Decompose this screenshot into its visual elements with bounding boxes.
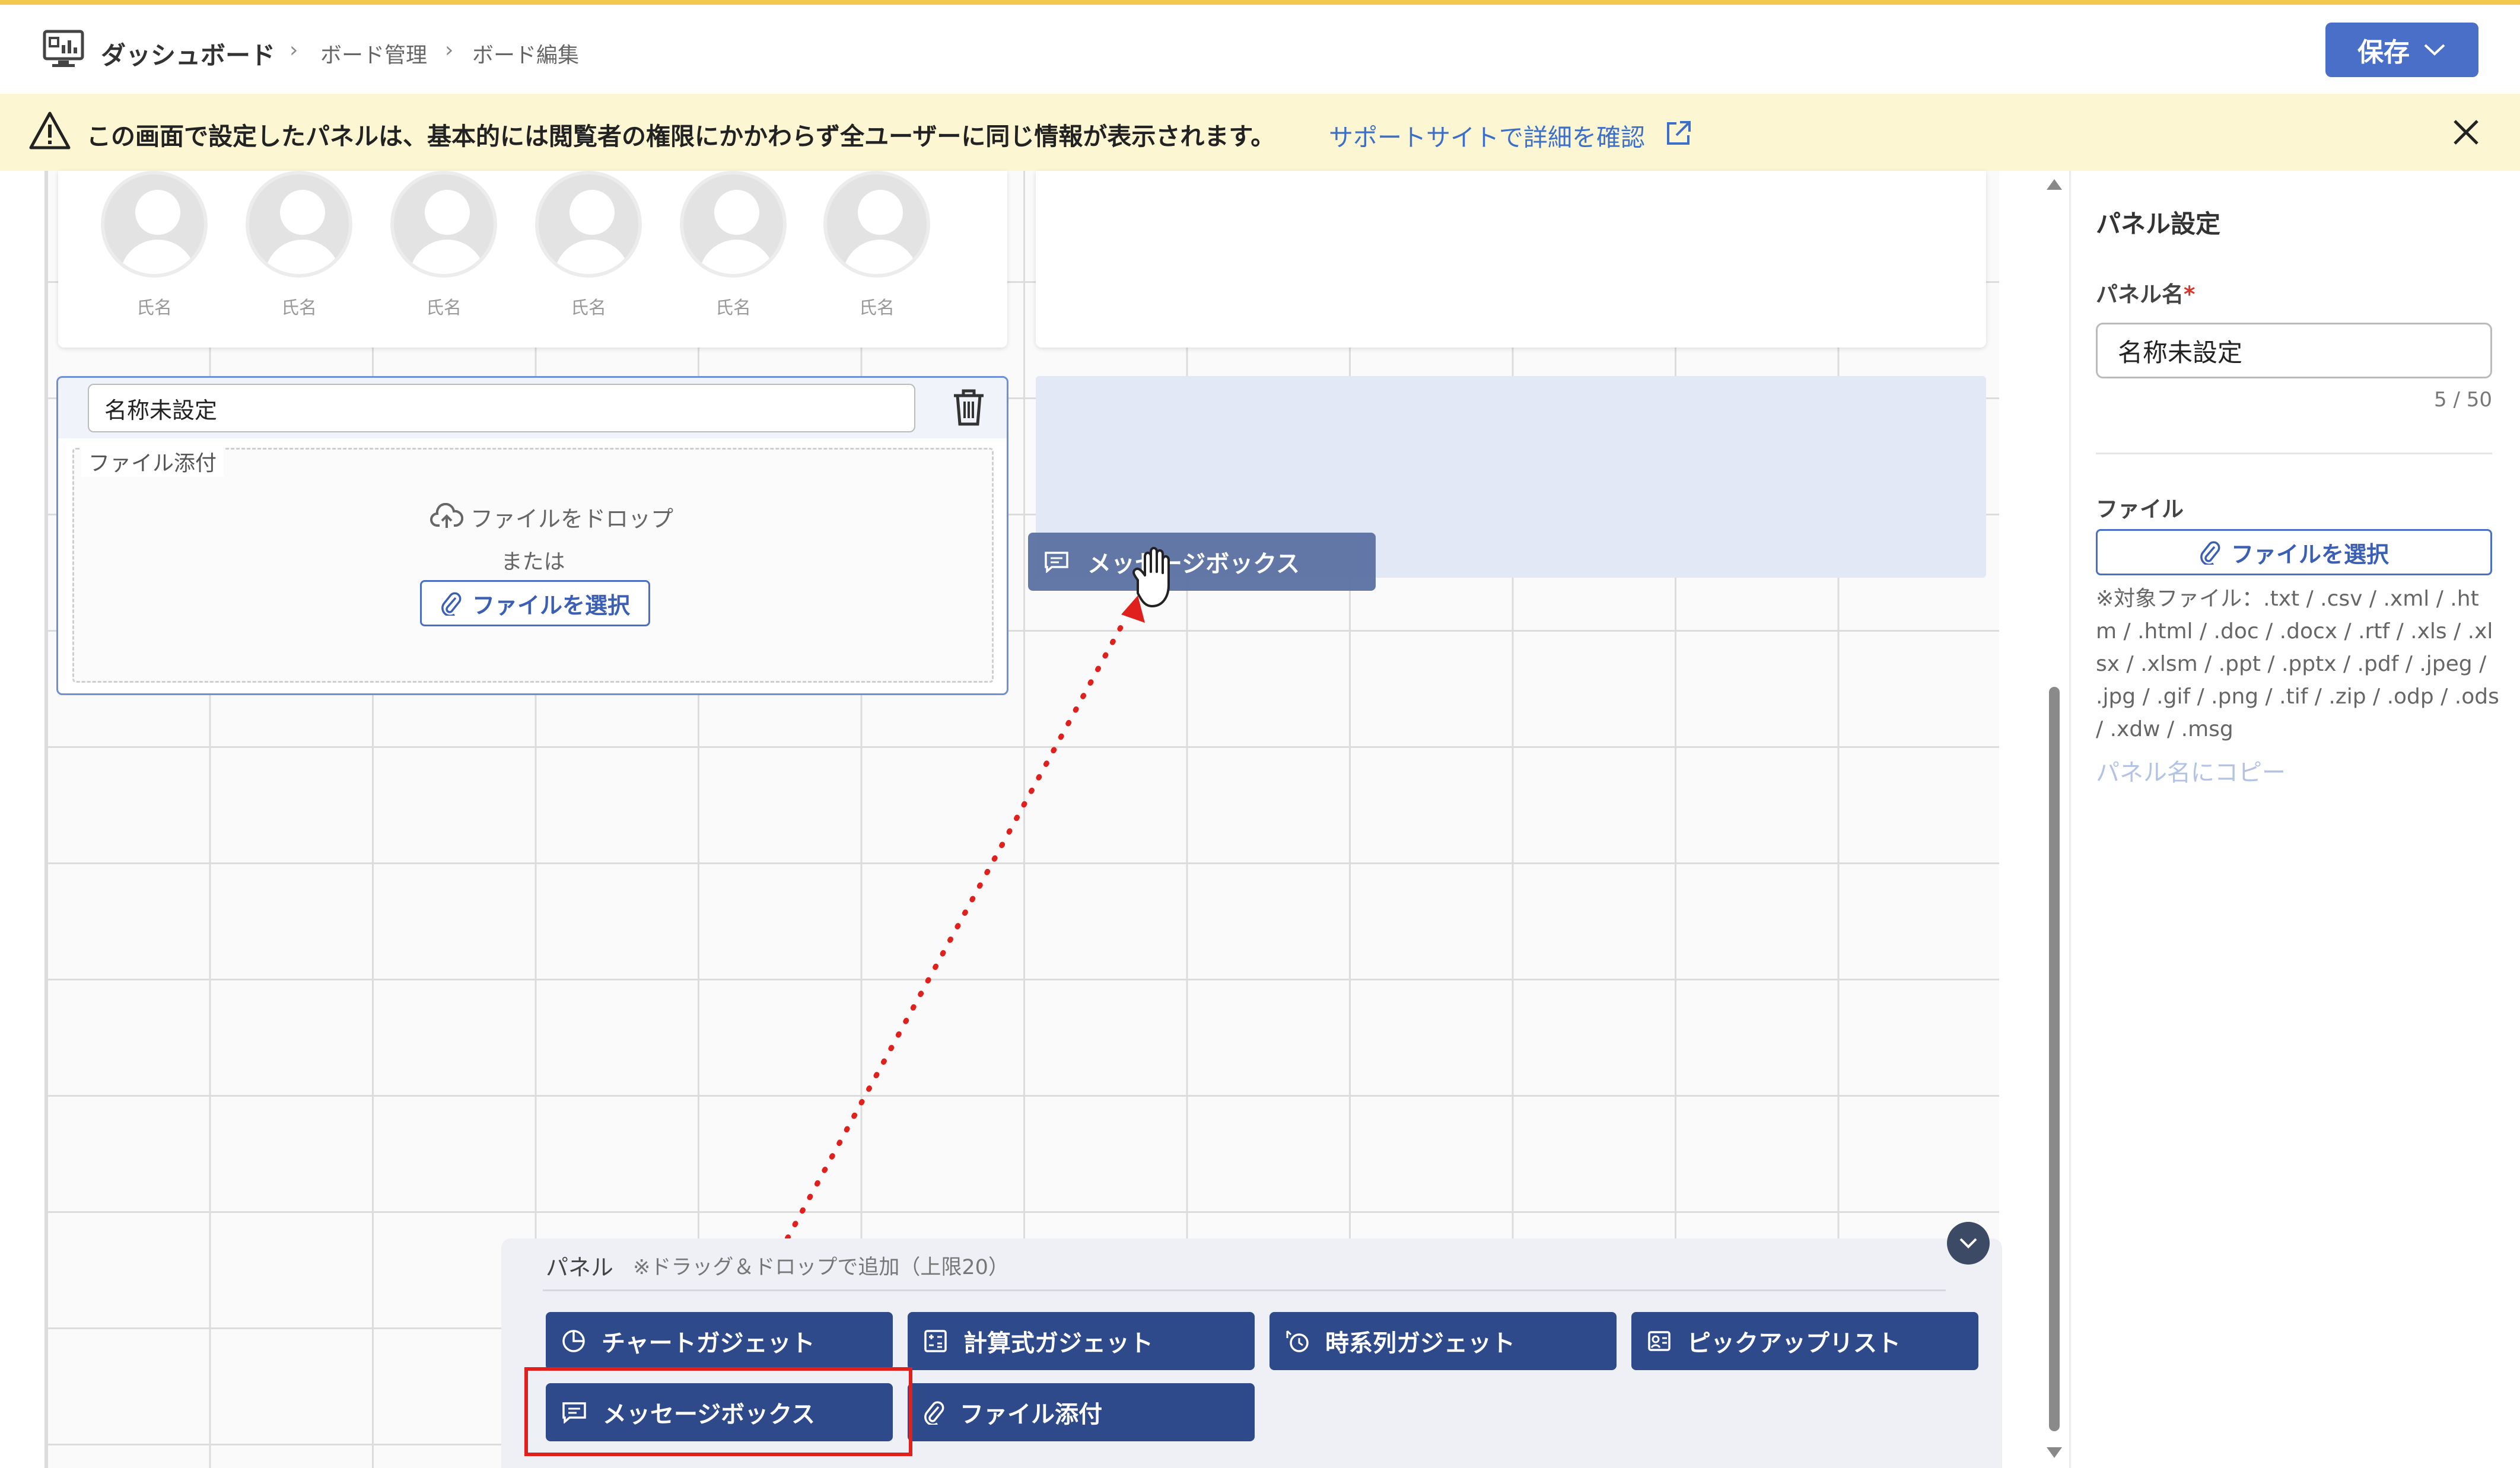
file-label: ファイル — [2096, 496, 2184, 522]
select-file-label: ファイルを選択 — [472, 592, 630, 619]
info-banner: この画面で設定したパネルは、基本的には閲覧者の権限にかかわらず全ユーザーに同じ情… — [0, 94, 2520, 171]
settings-select-file-label: ファイルを選択 — [2231, 541, 2389, 568]
drop-or-text: または — [501, 550, 565, 574]
collapse-palette-button[interactable] — [1947, 1222, 1990, 1265]
palette-label: パネル — [546, 1254, 614, 1281]
required-mark: * — [2184, 282, 2196, 307]
chart-pie-icon — [562, 1330, 585, 1352]
avatar-name: 氏名 — [136, 298, 172, 319]
palette-item-label: ピックアップリスト — [1687, 1330, 1901, 1357]
calculator-icon — [924, 1330, 947, 1352]
warning-icon — [29, 112, 71, 149]
header: ダッシュボード › ボード管理 › ボード編集 保存 — [0, 5, 2520, 94]
avatar-name: 氏名 — [715, 298, 751, 319]
chevron-down-icon — [2424, 44, 2445, 56]
breadcrumb-chevron-icon: › — [445, 38, 454, 62]
scrollbar-thumb[interactable] — [2049, 687, 2060, 1431]
paperclip-icon — [924, 1401, 944, 1425]
close-icon[interactable] — [2451, 117, 2481, 147]
top-accent-line — [0, 0, 2520, 5]
palette-item-label: チャートガジェット — [602, 1330, 815, 1357]
save-button[interactable]: 保存 — [2325, 23, 2478, 77]
supported-file-types: ※対象ファイル：.txt / .csv / .xml / .htm / .htm… — [2096, 587, 2499, 741]
palette-item-label: ファイル添付 — [960, 1401, 1102, 1428]
settings-heading: パネル設定 — [2096, 209, 2221, 238]
settings-select-file-button[interactable]: ファイルを選択 — [2096, 529, 2492, 575]
external-link-icon[interactable] — [1665, 120, 1692, 147]
palette-item-file-attachment[interactable]: ファイル添付 — [908, 1383, 1255, 1441]
empty-panel[interactable] — [1036, 171, 1986, 348]
panel-name-label: パネル名* — [2096, 282, 2196, 307]
breadcrumb-board-edit: ボード編集 — [472, 43, 580, 68]
breadcrumb-chevron-icon: › — [289, 38, 298, 62]
breadcrumb-dashboard[interactable]: ダッシュボード — [101, 36, 275, 72]
banner-message: この画面で設定したパネルは、基本的には閲覧者の権限にかかわらず全ユーザーに同じ情… — [87, 122, 1275, 151]
member-avatars-panel[interactable]: 氏名 氏名 氏名 氏名 氏名 氏名 — [58, 171, 1007, 348]
save-label: 保存 — [2357, 37, 2410, 68]
paperclip-icon — [441, 592, 462, 616]
message-icon — [1045, 552, 1068, 573]
dragging-label: メッセージボックス — [1087, 550, 1300, 578]
palette-item-pickup-list[interactable]: ピックアップリスト — [1631, 1312, 1978, 1370]
avatar: 氏名 — [390, 171, 497, 319]
avatar-name: 氏名 — [859, 298, 895, 319]
select-file-button[interactable]: ファイルを選択 — [420, 580, 650, 626]
drop-instruction: ファイルをドロップ — [470, 506, 674, 532]
settings-divider — [2096, 453, 2492, 454]
dashboard-icon — [43, 30, 84, 67]
avatar-name: 氏名 — [571, 298, 606, 319]
avatar: 氏名 — [535, 171, 642, 319]
panel-name-input[interactable]: 名称未設定 — [2096, 323, 2492, 378]
dragging-message-box[interactable]: メッセージボックス — [1028, 533, 1376, 591]
palette-item-formula-gadget[interactable]: 計算式ガジェット — [908, 1312, 1255, 1370]
chevron-down-icon — [1959, 1238, 1977, 1249]
scroll-down-arrow-icon[interactable] — [2047, 1447, 2062, 1458]
avatar: 氏名 — [680, 171, 787, 319]
scroll-up-arrow-icon[interactable] — [2047, 179, 2062, 190]
palette-item-time-series-gadget[interactable]: 時系列ガジェット — [1269, 1312, 1617, 1370]
paperclip-icon — [2200, 541, 2220, 565]
trash-icon[interactable] — [952, 387, 986, 426]
canvas-scrollbar[interactable] — [2045, 171, 2063, 1468]
avatar: 氏名 — [246, 171, 352, 319]
avatar-name: 氏名 — [426, 298, 462, 319]
palette-item-label: 時系列ガジェット — [1325, 1330, 1515, 1357]
palette-item-chart-gadget[interactable]: チャートガジェット — [546, 1312, 893, 1370]
palette-item-label: 計算式ガジェット — [963, 1330, 1153, 1357]
breadcrumb-board-management[interactable]: ボード管理 — [320, 38, 427, 69]
support-site-link[interactable]: サポートサイトで詳細を確認 — [1329, 117, 1645, 153]
palette-hint: ※ドラッグ＆ドロップで追加（上限20） — [633, 1256, 1009, 1279]
panel-title-input[interactable]: 名称未設定 — [88, 384, 915, 432]
palette-divider — [543, 1289, 1946, 1291]
avatar: 氏名 — [101, 171, 208, 319]
highlight-annotation-box — [524, 1367, 912, 1456]
avatar-name: 氏名 — [281, 298, 317, 319]
drop-zone-legend: ファイル添付 — [81, 446, 224, 477]
cloud-upload-icon — [430, 503, 463, 528]
copy-to-panel-name-link[interactable]: パネル名にコピー — [2096, 753, 2286, 788]
pickup-list-icon — [1648, 1331, 1671, 1351]
character-counter: 5 / 50 — [2434, 388, 2492, 412]
time-series-icon — [1286, 1330, 1309, 1352]
panel-settings-sidebar: パネル設定 パネル名* 名称未設定 5 / 50 ファイル ファイルを選択 ※対… — [2069, 171, 2520, 1468]
avatar: 氏名 — [823, 171, 930, 319]
